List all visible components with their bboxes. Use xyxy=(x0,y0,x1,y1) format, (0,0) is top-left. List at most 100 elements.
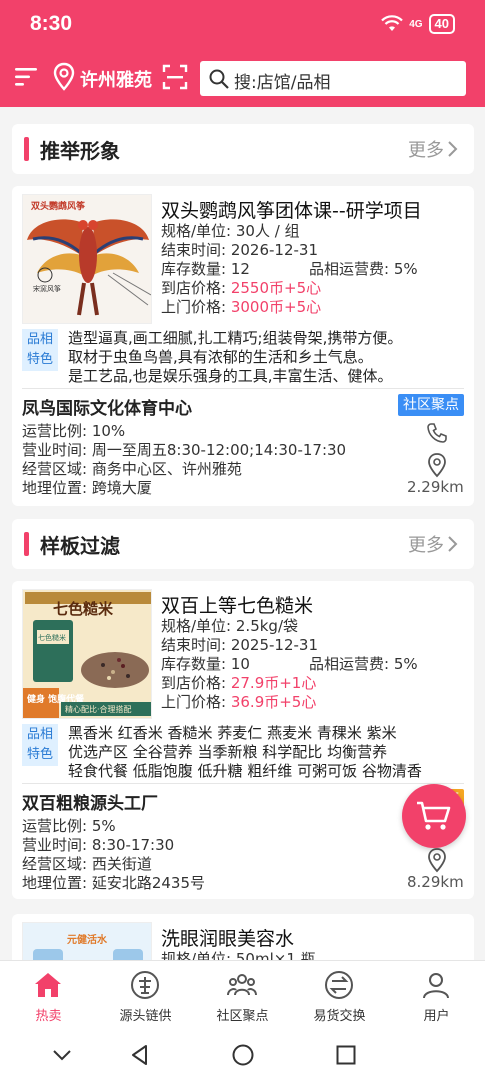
hours-row: 营业时间: 周一至周五8:30-12:00;14:30-17:30 xyxy=(22,441,347,459)
feature-line: 造型逼真,画工细腻,扎工精巧;组装骨架,携带方便。 xyxy=(68,329,403,347)
eyewash-illustration: 元健活水 xyxy=(23,923,151,960)
search-placeholder: 搜:店馆/品相 xyxy=(234,73,331,93)
store-price-value: 2550币+5心 xyxy=(230,279,322,297)
feature-tag: 品相特色 xyxy=(22,329,58,371)
supply-chain-icon xyxy=(131,971,159,999)
address-row: 地理位置: 延安北路2435号 xyxy=(22,874,206,892)
stock-row: 库存数量: 10 xyxy=(161,655,250,673)
distance-label: 2.29km xyxy=(407,478,464,496)
tab-hot[interactable]: 热卖 xyxy=(0,961,97,1031)
tab-label: 易货交换 xyxy=(313,1009,366,1024)
rice-package-illustration: 七色糙米 七色糙米 健身 饱腹代餐 精心配比·合理搭配 xyxy=(23,590,151,718)
location-pin-icon[interactable] xyxy=(52,62,76,92)
map-pin-icon[interactable] xyxy=(426,452,448,478)
ratio-row: 运营比例: 5% xyxy=(22,817,116,835)
chevron-right-icon xyxy=(448,536,458,552)
store-price-value: 27.9币+1心 xyxy=(230,674,317,692)
product-card[interactable]: 元健活水 洗眼润眼美容水 规格/单位: 50ml×1 瓶 xyxy=(12,914,474,960)
more-label: 更多 xyxy=(408,535,444,556)
product-thumbnail-kite[interactable]: 双头鹦鹉风筝 宋窯风筝 xyxy=(22,194,152,324)
kite-illustration: 双头鹦鹉风筝 宋窯风筝 xyxy=(23,195,151,323)
spec-value: 2.5kg/袋 xyxy=(235,617,299,635)
feature-line: 轻食代餐 低脂饱腹 低升糖 粗纤维 可粥可饭 谷物清香 xyxy=(68,762,422,780)
tab-label: 用户 xyxy=(423,1009,450,1024)
divider xyxy=(22,783,464,784)
scan-icon[interactable] xyxy=(162,64,188,90)
feature-description: 造型逼真,画工细腻,扎工精巧;组装骨架,携带方便。 取材于虫鱼鸟兽,具有浓郁的生… xyxy=(68,329,468,386)
spec-row: 规格/单位: 30人 / 组 xyxy=(161,222,300,240)
area-row: 经营区域: 商务中心区、许州雅苑 xyxy=(22,460,242,478)
product-card[interactable]: 七色糙米 七色糙米 健身 饱腹代餐 精心配比·合理搭配 双百上等七色糙米 规格/… xyxy=(12,581,474,899)
feature-line: 优选产区 全谷营养 当季新粮 科学配比 均衡营养 xyxy=(68,743,388,761)
spec-value: 50ml×1 瓶 xyxy=(235,950,316,960)
stock-value: 12 xyxy=(230,260,250,278)
feature-line: 是工艺品,也是娱乐强身的工具,丰富生活、健体。 xyxy=(68,367,393,385)
cart-button[interactable] xyxy=(402,784,466,848)
more-link[interactable]: 更多 xyxy=(408,531,458,557)
thumb-brand: 宋窯风筝 xyxy=(33,284,61,293)
app-header: 8:30 4G 40 许州雅苑 搜:店馆/品相 xyxy=(0,0,485,107)
status-icons: 4G 40 xyxy=(381,14,455,34)
section-title: 推举形象 xyxy=(40,139,120,163)
bottom-tab-bar: 热卖 源头链供 社区聚点 易货交换 用户 xyxy=(0,960,485,1030)
top-toolbar: 许州雅苑 搜:店馆/品相 xyxy=(0,58,485,98)
store-name[interactable]: 凤鸟国际文化体育中心 xyxy=(22,394,192,419)
section-header-samples: 样板过滤 更多 xyxy=(12,519,474,569)
tab-supply-chain[interactable]: 源头链供 xyxy=(97,961,194,1031)
door-price-value: 3000币+5心 xyxy=(230,298,322,316)
thumb-text: 元健活水 xyxy=(67,933,108,946)
tab-label: 热卖 xyxy=(35,1009,62,1024)
home-icon xyxy=(35,973,61,997)
thumb-title: 七色糙米 xyxy=(53,600,114,618)
city-selector[interactable]: 许州雅苑 xyxy=(80,66,152,92)
spec-row: 规格/单位: 50ml×1 瓶 xyxy=(161,948,316,960)
product-name: 双百上等七色糙米 xyxy=(161,595,314,617)
section-accent-bar xyxy=(24,137,29,161)
fee-value: 5% xyxy=(393,260,418,278)
map-pin-icon[interactable] xyxy=(426,847,448,873)
product-thumbnail-eyewash[interactable]: 元健活水 xyxy=(22,922,152,960)
recents-icon[interactable] xyxy=(334,1043,358,1067)
tab-community[interactable]: 社区聚点 xyxy=(194,961,291,1031)
menu-icon[interactable] xyxy=(14,66,40,88)
store-price-row: 到店价格: 2550币+5心 xyxy=(161,279,322,297)
end-time-row: 结束时间: 2025-12-31 xyxy=(161,636,319,654)
product-card[interactable]: 双头鹦鹉风筝 宋窯风筝 双头鹦鹉风筝团体课--研学项目 规格/单位: 30人 /… xyxy=(12,186,474,506)
more-link[interactable]: 更多 xyxy=(408,136,458,162)
ratio-row: 运营比例: 10% xyxy=(22,422,126,440)
back-icon[interactable] xyxy=(128,1043,152,1067)
system-nav-bar xyxy=(0,1030,485,1080)
tab-exchange[interactable]: 易货交换 xyxy=(291,961,388,1031)
tab-user[interactable]: 用户 xyxy=(388,961,485,1031)
feature-line: 取材于虫鱼鸟兽,具有浓郁的生活和乡土气息。 xyxy=(68,348,373,366)
feature-description: 黑香米 红香米 香糙米 荞麦仁 燕麦米 青稞米 紫米 优选产区 全谷营养 当季新… xyxy=(68,724,468,781)
store-name[interactable]: 双百粗粮源头工厂 xyxy=(22,789,158,814)
thumb-title: 双头鹦鹉风筝 xyxy=(31,200,85,212)
spec-value: 30人 / 组 xyxy=(235,222,300,240)
more-label: 更多 xyxy=(408,140,444,161)
search-bar[interactable]: 搜:店馆/品相 xyxy=(200,61,466,96)
product-thumbnail-rice[interactable]: 七色糙米 七色糙米 健身 饱腹代餐 精心配比·合理搭配 xyxy=(22,589,152,719)
phone-icon[interactable] xyxy=(426,422,448,444)
tab-label: 源头链供 xyxy=(119,1009,172,1024)
distance-label: 8.29km xyxy=(407,873,464,891)
product-name: 洗眼润眼美容水 xyxy=(161,928,295,950)
network-indicator: 4G xyxy=(409,18,423,30)
user-icon xyxy=(423,973,449,999)
home-circle-icon[interactable] xyxy=(231,1043,255,1067)
end-time-value: 2025-12-31 xyxy=(230,636,319,654)
product-name: 双头鹦鹉风筝团体课--研学项目 xyxy=(161,200,422,222)
section-header-featured: 推举形象 更多 xyxy=(12,124,474,174)
stock-row: 库存数量: 12 xyxy=(161,260,250,278)
chevron-down-icon[interactable] xyxy=(50,1043,74,1067)
store-type-badge: 社区聚点 xyxy=(398,394,464,416)
door-price-row: 上门价格: 36.9币+5心 xyxy=(161,693,317,711)
status-time: 8:30 xyxy=(30,12,73,35)
thumb-slogan: 精心配比·合理搭配 xyxy=(65,704,132,714)
door-price-value: 36.9币+5心 xyxy=(230,693,317,711)
stock-value: 10 xyxy=(230,655,250,673)
thumb-sub: 七色糙米 xyxy=(38,633,66,642)
search-icon xyxy=(209,69,229,89)
store-price-row: 到店价格: 27.9币+1心 xyxy=(161,674,317,692)
fee-row: 品相运营费: 5% xyxy=(309,260,418,278)
